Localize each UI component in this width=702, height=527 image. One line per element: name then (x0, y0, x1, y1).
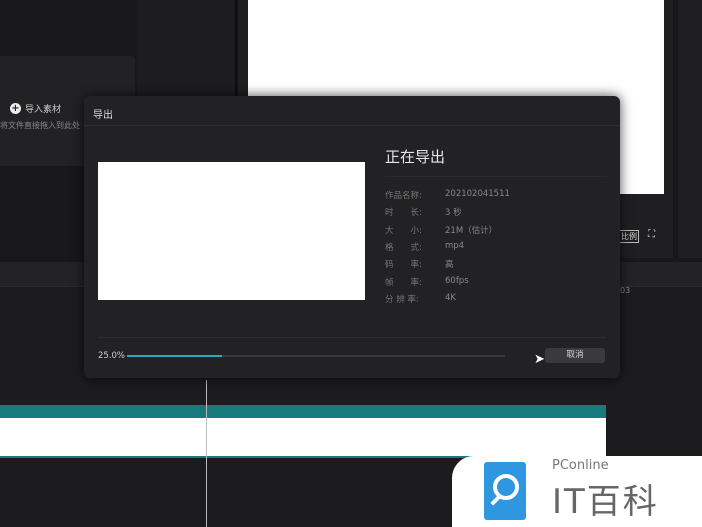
info-row: 大 小: 21M（估计） (385, 224, 497, 236)
divider (84, 125, 620, 126)
info-value: 202102041511 (445, 189, 510, 199)
import-media-button[interactable]: + 导入素材 (10, 102, 61, 115)
export-thumbnail (98, 162, 365, 300)
progress-percent: 25.0% (98, 351, 126, 361)
watermark-name: IT百科 (552, 482, 659, 522)
info-key: 格 式: (385, 242, 422, 253)
info-key: 时 长: (385, 208, 422, 219)
cancel-button[interactable]: 取消 (545, 348, 605, 363)
info-value: 21M（估计） (445, 225, 498, 236)
drop-hint: 将文件直接拖入到此处 (0, 121, 80, 130)
info-key: 码 率: (385, 260, 422, 271)
info-key: 作品名称: (385, 191, 422, 201)
info-value: 4K (445, 292, 456, 303)
search-logo-icon (484, 462, 526, 520)
info-row: 帧 率: 60fps (385, 276, 469, 288)
info-value: 高 (445, 260, 454, 271)
ruler-timecode: 03 (620, 286, 631, 295)
progress-fill (127, 355, 222, 357)
info-value: mp4 (445, 240, 465, 251)
divider (98, 337, 606, 338)
import-label: 导入素材 (25, 105, 62, 115)
info-row: 时 长: 3 秒 (385, 206, 462, 218)
info-row: 分 辨 率: 4K (385, 293, 456, 305)
info-key: 帧 率: (385, 277, 422, 288)
video-track-header[interactable] (0, 405, 606, 418)
info-key: 大 小: (385, 225, 422, 236)
info-key: 分 辨 率: (385, 294, 419, 305)
ratio-button[interactable]: 比例 (619, 230, 639, 243)
info-value: 60fps (445, 275, 469, 286)
export-status: 正在导出 (385, 148, 446, 166)
info-value: 3 秒 (445, 208, 462, 219)
plus-icon: + (10, 103, 21, 114)
info-row: 码 率: 高 (385, 258, 454, 270)
playhead[interactable] (206, 380, 207, 527)
info-row: 格 式: mp4 (385, 241, 464, 253)
fullscreen-icon[interactable]: ⛶ (648, 229, 655, 240)
properties-panel (678, 0, 702, 258)
mouse-cursor-icon: ➤ (534, 352, 545, 367)
divider (385, 176, 607, 177)
info-row: 作品名称: 202102041511 (385, 189, 510, 201)
video-clip[interactable] (0, 418, 606, 458)
watermark-brand: PConline (552, 458, 609, 473)
dialog-title: 导出 (93, 110, 113, 121)
